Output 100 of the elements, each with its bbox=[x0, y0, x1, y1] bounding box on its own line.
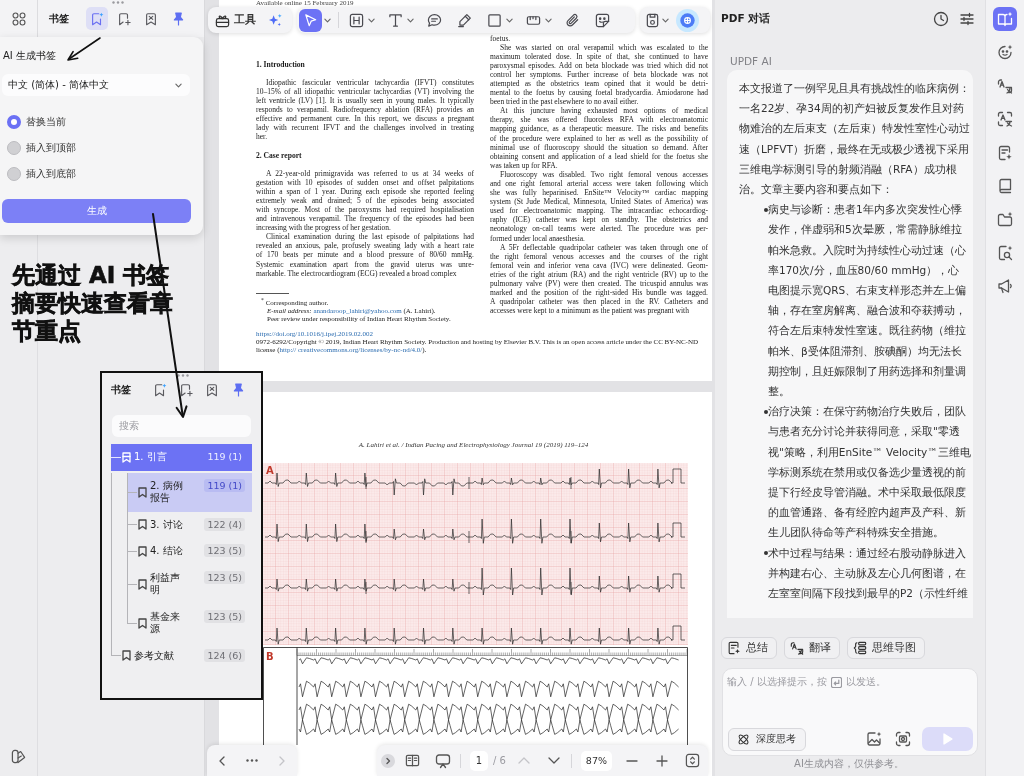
page-number-label: 123 (5) bbox=[204, 570, 245, 584]
folder-sparkle-icon bbox=[997, 211, 1013, 228]
page-number-label: 123 (5) bbox=[204, 544, 245, 557]
pin-icon[interactable] bbox=[172, 11, 184, 26]
page-number-label: 122 (4) bbox=[204, 517, 245, 531]
bookmark-icon bbox=[138, 617, 147, 629]
page-number-label: 119 (1) bbox=[204, 478, 245, 492]
clock-icon[interactable] bbox=[933, 11, 949, 27]
rectangle-icon bbox=[486, 12, 502, 28]
option-label[interactable]: 插入到顶部 bbox=[26, 141, 76, 155]
pointer-icon bbox=[303, 12, 318, 28]
bookmark-item[interactable]: 参考文献 124 (6) bbox=[111, 642, 252, 669]
zoom-field[interactable]: 87% bbox=[580, 750, 612, 771]
toolbox-icon bbox=[215, 12, 230, 28]
chevron-down-icon bbox=[175, 82, 182, 88]
bookmark-icon bbox=[138, 519, 147, 531]
bookmark-item[interactable]: 3. 讨论 122 (4) bbox=[127, 511, 252, 538]
bookmark-item[interactable]: 基金来源 123 (5) bbox=[127, 603, 252, 643]
minus-icon[interactable] bbox=[625, 759, 638, 762]
bullet-icon bbox=[764, 207, 768, 212]
megaphone-icon bbox=[997, 278, 1013, 295]
two-page-icon[interactable] bbox=[405, 753, 420, 768]
placeholder-text: 以发送。 bbox=[845, 675, 886, 689]
presentation-icon[interactable] bbox=[435, 752, 451, 769]
bookmark-icon bbox=[138, 486, 147, 498]
image-sparkle-icon[interactable] bbox=[866, 731, 882, 747]
mindmap-icon bbox=[853, 641, 867, 655]
bookmark-item[interactable]: 利益声明 123 (5) bbox=[127, 564, 252, 604]
caret-icon[interactable] bbox=[324, 17, 331, 23]
option-label[interactable]: 替换当前 bbox=[26, 115, 66, 129]
translate-icon bbox=[790, 641, 804, 655]
paperclip-icon bbox=[564, 12, 580, 28]
placeholder-text: 输入 / 以选择提示，按 bbox=[727, 675, 827, 689]
caret-icon[interactable] bbox=[407, 17, 414, 23]
page-total: / 6 bbox=[493, 755, 506, 766]
quick-action-button[interactable]: 总结 bbox=[721, 637, 777, 659]
caret-icon[interactable] bbox=[506, 17, 513, 23]
bookmark-item[interactable]: 1. 引言 119 (1) bbox=[111, 444, 252, 471]
message-input[interactable]: 输入 / 以选择提示，按 以发送。 深度思考 bbox=[722, 668, 978, 756]
camera-frame-icon[interactable] bbox=[895, 731, 911, 747]
tool-button[interactable] bbox=[299, 8, 322, 32]
message-text: 本文报道了一例罕见且具有挑战性的临床病例： 一名22岁、孕34周的初产妇被反复发作且对药 物难治的左后束支（左后束）特发性室性心动过 速（LPFVT）折磨，最终在无或极少透视下采用 三维电学标测引导的射频消融（RFA）成功根 治。文章主要内容和要点如下： bbox=[739, 81, 970, 197]
translate-icon bbox=[997, 77, 1013, 94]
bullet-icon bbox=[764, 409, 768, 414]
bookmark-item[interactable]: 2. 病例报告 119 (1) bbox=[127, 472, 252, 512]
annotation-arrow bbox=[67, 37, 101, 61]
bookmark-plus-icon bbox=[117, 11, 131, 26]
bookmark-item[interactable]: 4. 结论 123 (5) bbox=[127, 538, 252, 565]
quick-action-button[interactable]: 思维导图 bbox=[847, 637, 925, 659]
deep-think-button[interactable]: 深度思考 bbox=[728, 727, 806, 751]
tools-button[interactable]: 工具 bbox=[215, 9, 256, 31]
sliders-icon[interactable] bbox=[959, 11, 975, 27]
document-sparkle-icon bbox=[727, 641, 741, 655]
translate-box-icon bbox=[997, 111, 1013, 128]
chevron-circle-icon[interactable] bbox=[381, 753, 395, 768]
page-number-label: 124 (6) bbox=[204, 648, 245, 662]
list-item-text: 治疗决策：在保守药物治疗失败后，团队 与患者充分讨论并获得同意，采取"零透 视"策略，利用EnSite™ Velocity™三维电 学标测系统在禁用或仅备选少量透视的前 提下行经皮导管消融。术中采取最低限度 的血管通路、备有经腔内超声及产科、新 生儿团队待命等产科特殊安全措施。 bbox=[768, 404, 971, 541]
chevron-down-icon[interactable] bbox=[547, 757, 560, 764]
radio-button[interactable] bbox=[7, 141, 21, 155]
chevron-left-icon[interactable] bbox=[219, 755, 225, 766]
color-swatch-icon[interactable] bbox=[11, 749, 26, 764]
text-tool-icon bbox=[387, 12, 403, 28]
sticker-icon bbox=[594, 12, 610, 28]
bookmark-cross-icon bbox=[144, 11, 158, 26]
caret-icon[interactable] bbox=[545, 17, 552, 23]
send-icon bbox=[942, 733, 953, 745]
figure-panel-label: A bbox=[266, 465, 274, 476]
popup-title: AI 生成书签 bbox=[2, 49, 56, 63]
sparkle-icon[interactable] bbox=[268, 12, 283, 28]
plus-icon[interactable] bbox=[655, 754, 668, 767]
panel-title: PDF 对话 bbox=[721, 12, 772, 26]
book-icon bbox=[997, 177, 1013, 194]
comment-icon bbox=[426, 12, 442, 28]
round-logo-icon[interactable] bbox=[676, 8, 699, 32]
caret-icon[interactable] bbox=[662, 17, 669, 23]
page-number-label: 123 (5) bbox=[204, 609, 245, 623]
apps-grid-icon[interactable] bbox=[11, 11, 26, 26]
save-icon[interactable] bbox=[645, 12, 660, 28]
rail-button[interactable] bbox=[993, 7, 1017, 31]
language-dropdown[interactable]: 中文 (简体) - 简体中文 bbox=[2, 74, 190, 96]
bullet-icon bbox=[764, 551, 768, 556]
panel-title: 书签 bbox=[49, 11, 70, 26]
bookmark-sparkle-icon bbox=[90, 11, 104, 26]
search-document-icon bbox=[997, 244, 1013, 261]
quick-action-button[interactable]: 翻译 bbox=[784, 637, 840, 659]
option-label[interactable]: 插入到底部 bbox=[26, 167, 76, 181]
bookmark-plus-icon bbox=[179, 383, 193, 397]
radio-button[interactable] bbox=[7, 115, 21, 129]
book-sparkle-icon bbox=[997, 11, 1013, 27]
caret-icon[interactable] bbox=[368, 17, 375, 23]
face-sparkle-icon bbox=[997, 44, 1013, 61]
more-icon[interactable] bbox=[246, 759, 258, 762]
drag-handle-icon[interactable] bbox=[177, 374, 189, 377]
drag-handle-icon[interactable] bbox=[112, 1, 124, 4]
page-number-label: 119 (1) bbox=[206, 450, 243, 463]
page-number-field[interactable]: 1 bbox=[470, 750, 488, 771]
fit-page-icon[interactable] bbox=[684, 753, 700, 768]
radio-button[interactable] bbox=[7, 167, 21, 181]
sender-name: UPDF AI bbox=[730, 54, 772, 68]
pin-icon[interactable] bbox=[232, 383, 244, 397]
